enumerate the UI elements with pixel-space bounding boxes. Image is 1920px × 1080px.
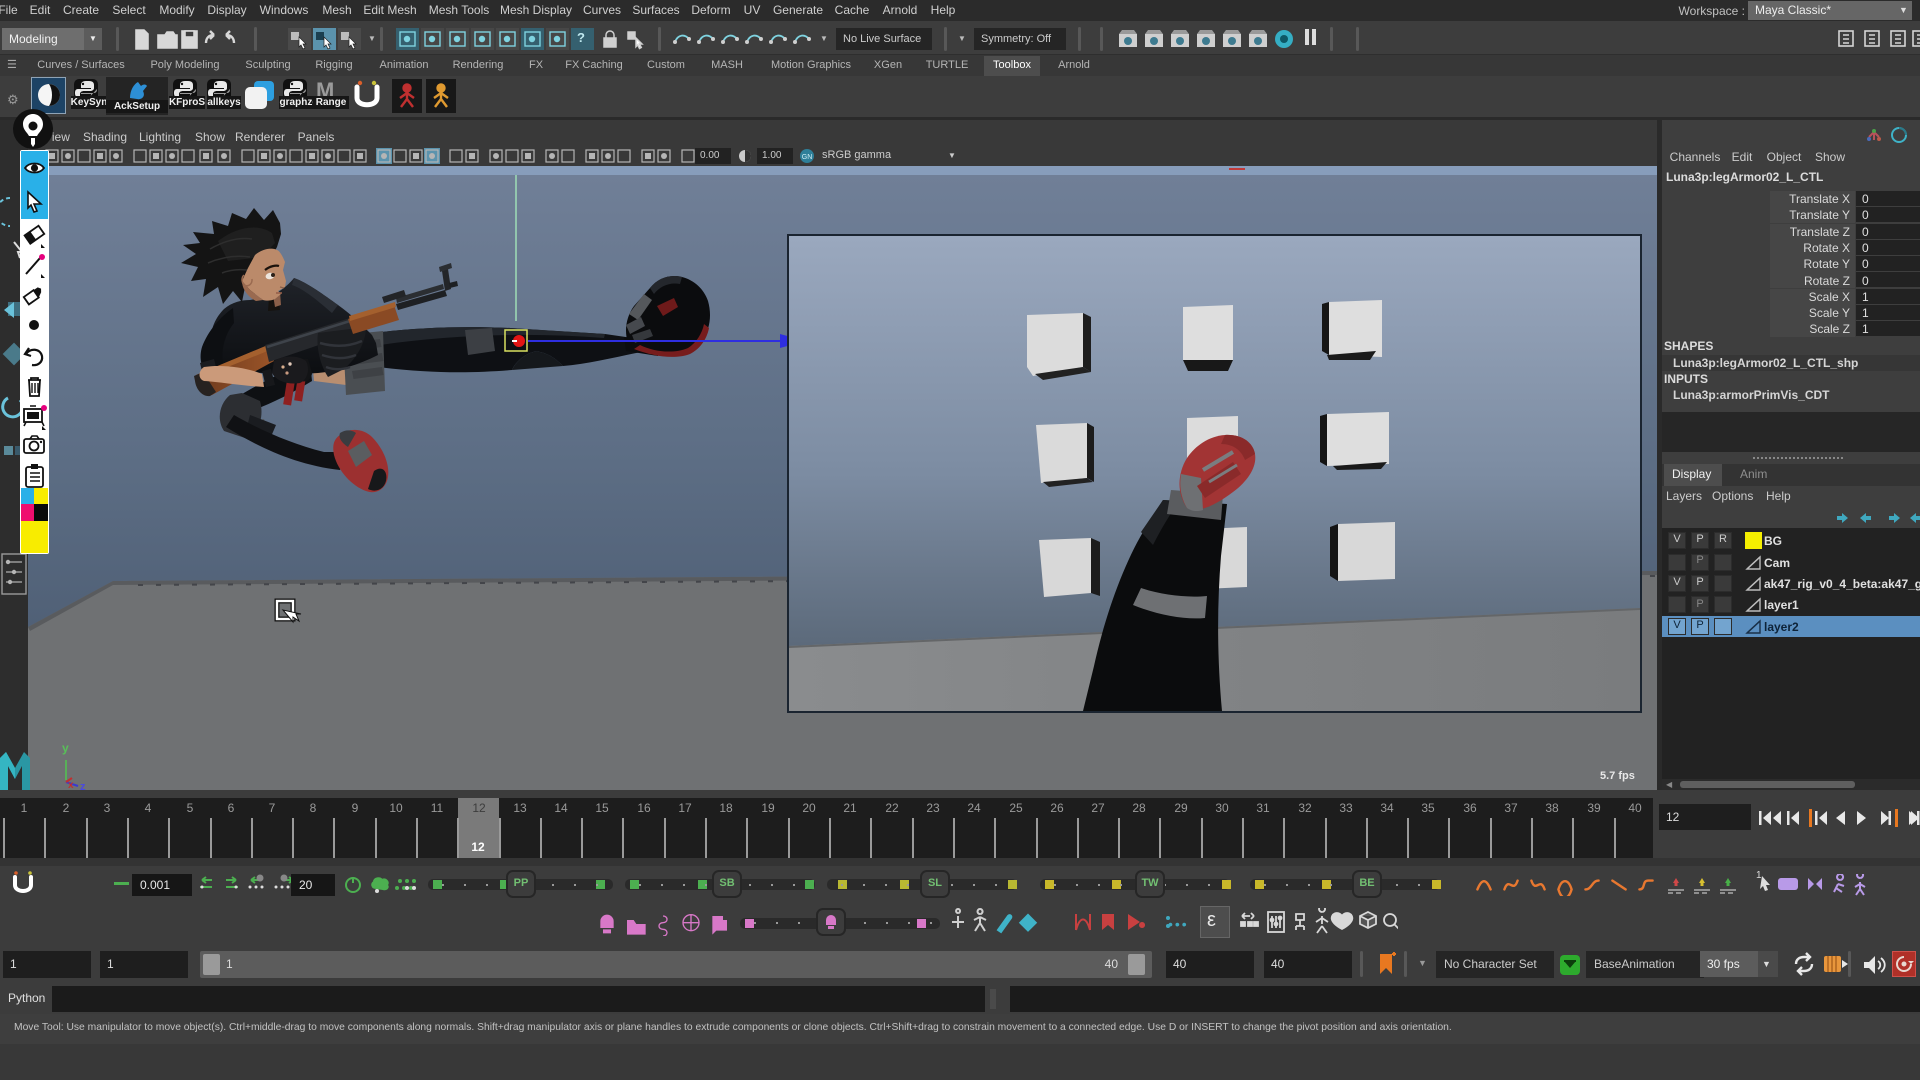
svg-text:z: z [80,781,86,790]
svg-text:GN: GN [802,154,813,161]
svg-text:x: x [68,780,74,790]
svg-text:y: y [62,741,69,755]
